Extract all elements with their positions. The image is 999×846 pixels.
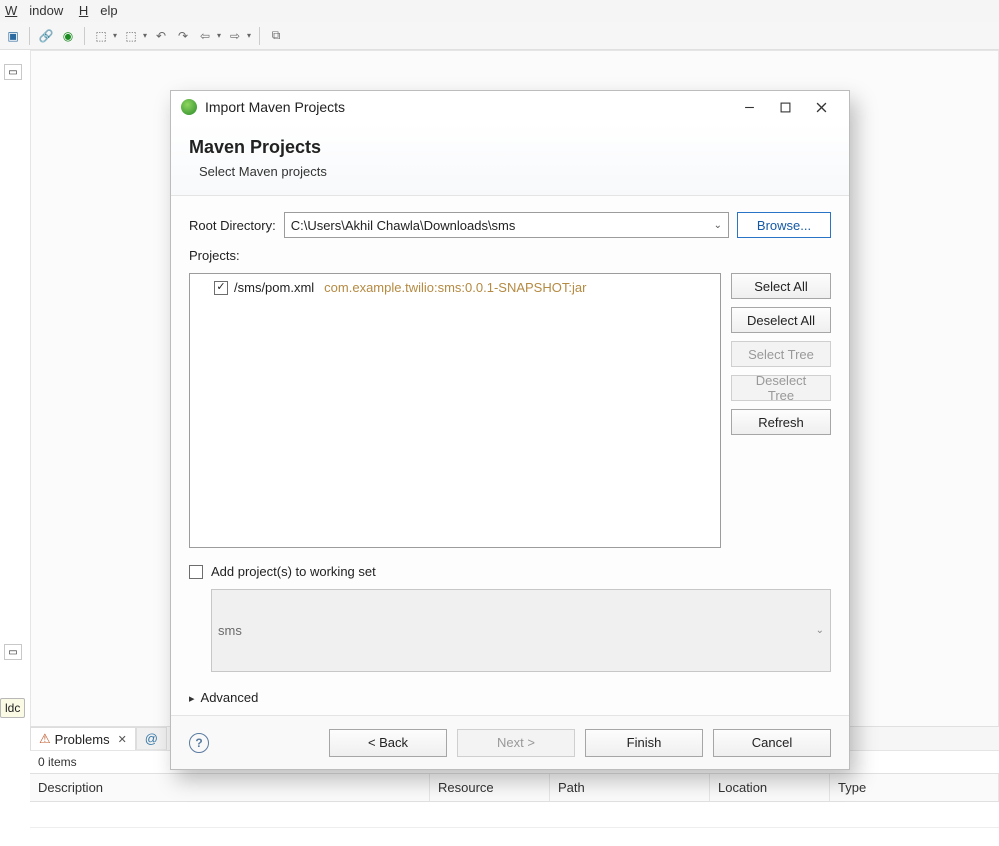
col-type[interactable]: Type xyxy=(830,774,999,801)
back-button[interactable]: < Back xyxy=(329,729,447,757)
root-directory-label: Root Directory: xyxy=(189,218,276,233)
deselect-all-button[interactable]: Deselect All xyxy=(731,307,831,333)
select-tree-button: Select Tree xyxy=(731,341,831,367)
tab-other[interactable]: @ xyxy=(136,727,167,750)
close-button[interactable] xyxy=(803,96,839,118)
tool-icon-2[interactable]: ⬚ xyxy=(123,28,139,44)
working-set-checkbox[interactable] xyxy=(189,565,203,579)
dialog-footer: ? < Back Next > Finish Cancel xyxy=(171,715,849,769)
project-artifact: com.example.twilio:sms:0.0.1-SNAPSHOT:ja… xyxy=(324,280,586,295)
save-all-icon[interactable]: ▣ xyxy=(5,28,21,44)
tab-problems-label: Problems xyxy=(55,732,110,747)
maven-icon xyxy=(181,99,197,115)
gutter-tab-icon[interactable]: ▭ xyxy=(4,64,22,80)
advanced-toggle[interactable]: Advanced xyxy=(189,690,831,705)
ext-icon[interactable]: ⧉ xyxy=(268,28,284,44)
refresh-button[interactable]: Refresh xyxy=(731,409,831,435)
list-item[interactable]: /sms/pom.xml com.example.twilio:sms:0.0.… xyxy=(196,280,714,295)
caret-right-icon xyxy=(189,690,195,705)
project-checkbox[interactable] xyxy=(214,281,228,295)
wizard-subheading: Select Maven projects xyxy=(189,164,831,179)
col-path[interactable]: Path xyxy=(550,774,710,801)
fwd-icon[interactable]: ⇨ xyxy=(227,28,243,44)
working-set-value: sms xyxy=(218,623,242,638)
left-gutter: ▭ xyxy=(0,60,28,84)
table-row xyxy=(30,802,999,828)
root-directory-field[interactable]: C:\Users\Akhil Chawla\Downloads\sms ⌄ xyxy=(284,212,729,238)
advanced-label: Advanced xyxy=(201,690,259,705)
gutter-tab-icon-2[interactable]: ▭ xyxy=(4,644,22,660)
menu-help[interactable]: Help xyxy=(79,3,118,18)
wizard-heading: Maven Projects xyxy=(189,137,831,158)
toolbar: ▣ 🔗 ◉ ⬚▾ ⬚▾ ↶ ↷ ⇦▾ ⇨▾ ⧉ xyxy=(0,22,999,50)
minimize-button[interactable] xyxy=(731,96,767,118)
working-set-field: sms ⌄ xyxy=(211,589,831,672)
back-icon[interactable]: ⇦ xyxy=(197,28,213,44)
chevron-down-icon: ⌄ xyxy=(816,625,824,636)
finish-button[interactable]: Finish xyxy=(585,729,703,757)
projects-list[interactable]: /sms/pom.xml com.example.twilio:sms:0.0.… xyxy=(189,273,721,548)
project-path: /sms/pom.xml xyxy=(234,280,314,295)
tool-icon-1[interactable]: ⬚ xyxy=(93,28,109,44)
help-icon[interactable]: ? xyxy=(189,733,209,753)
browse-button[interactable]: Browse... xyxy=(737,212,831,238)
import-maven-dialog: Import Maven Projects Maven Projects Sel… xyxy=(170,90,850,770)
chevron-down-icon: ⌄ xyxy=(714,220,722,231)
wizard-header: Maven Projects Select Maven projects xyxy=(171,123,849,196)
dialog-titlebar: Import Maven Projects xyxy=(171,91,849,123)
problems-table-head: Description Resource Path Location Type xyxy=(30,773,999,802)
working-set-label: Add project(s) to working set xyxy=(211,564,376,579)
ldc-tag: ldc xyxy=(0,698,25,718)
dialog-title: Import Maven Projects xyxy=(205,99,731,115)
problems-icon: ⚠ xyxy=(39,731,51,747)
menubar: Window Help xyxy=(0,0,999,22)
projects-label: Projects: xyxy=(189,248,831,263)
col-resource[interactable]: Resource xyxy=(430,774,550,801)
undo-icon[interactable]: ↶ xyxy=(153,28,169,44)
tab-problems[interactable]: ⚠ Problems ✕ xyxy=(30,727,136,750)
col-location[interactable]: Location xyxy=(710,774,830,801)
maximize-button[interactable] xyxy=(767,96,803,118)
select-all-button[interactable]: Select All xyxy=(731,273,831,299)
run-icon[interactable]: ◉ xyxy=(60,28,76,44)
col-description[interactable]: Description xyxy=(30,774,430,801)
at-icon: @ xyxy=(145,731,158,746)
link-icon[interactable]: 🔗 xyxy=(38,28,54,44)
deselect-tree-button: Deselect Tree xyxy=(731,375,831,401)
close-icon[interactable]: ✕ xyxy=(118,733,127,746)
menu-window[interactable]: Window xyxy=(5,3,63,18)
next-button: Next > xyxy=(457,729,575,757)
root-directory-value: C:\Users\Akhil Chawla\Downloads\sms xyxy=(291,218,516,233)
redo-icon[interactable]: ↷ xyxy=(175,28,191,44)
cancel-button[interactable]: Cancel xyxy=(713,729,831,757)
